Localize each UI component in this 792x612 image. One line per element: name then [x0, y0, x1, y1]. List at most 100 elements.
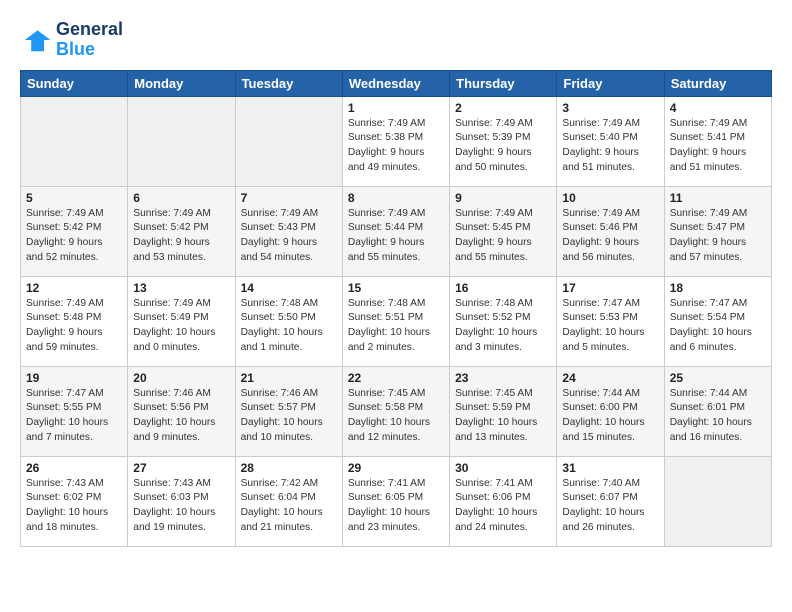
cell-date: 7 [241, 191, 337, 205]
day-header-thursday: Thursday [450, 70, 557, 96]
calendar-cell: 15Sunrise: 7:48 AM Sunset: 5:51 PM Dayli… [342, 276, 449, 366]
cell-date: 18 [670, 281, 766, 295]
cell-date: 20 [133, 371, 229, 385]
cell-info: Sunrise: 7:43 AM Sunset: 6:02 PM Dayligh… [26, 477, 122, 536]
cell-date: 26 [26, 461, 122, 475]
cell-info: Sunrise: 7:43 AM Sunset: 6:03 PM Dayligh… [133, 477, 229, 536]
calendar-cell: 20 Sunrise: 7:46 AM Sunset: 5:56 PM Dayli… [128, 366, 235, 456]
calendar-table: SundayMondayTuesdayWednesdayThursdayFrid… [20, 70, 772, 547]
calendar-cell: 7 Sunrise: 7:49 AM Sunset: 5:43 PM Daylig… [235, 186, 342, 276]
calendar-cell: 10 Sunrise: 7:49 AM Sunset: 5:46 PM Dayli… [557, 186, 664, 276]
cell-date: 6 [133, 191, 229, 205]
day-header-monday: Monday [128, 70, 235, 96]
cell-date: 30 [455, 461, 551, 475]
cell-date: 13 [133, 281, 229, 295]
calendar-cell: 16Sunrise: 7:48 AM Sunset: 5:52 PM Dayli… [450, 276, 557, 366]
cell-date: 25 [670, 371, 766, 385]
calendar-cell: 19 Sunrise: 7:47 AM Sunset: 5:55 PM Dayli… [21, 366, 128, 456]
cell-date: 1 [348, 101, 444, 115]
day-header-sunday: Sunday [21, 70, 128, 96]
cell-date: 4 [670, 101, 766, 115]
cell-date: 23 [455, 371, 551, 385]
calendar-cell: 2Sunrise: 7:49 AM Sunset: 5:39 PM Daylig… [450, 96, 557, 186]
cell-date: 24 [562, 371, 658, 385]
calendar-cell: 12 Sunrise: 7:49 AM Sunset: 5:48 PM Dayli… [21, 276, 128, 366]
cell-info: Sunrise: 7:49 AM Sunset: 5:46 PM Dayligh… [562, 207, 658, 266]
week-row-2: 5 Sunrise: 7:49 AM Sunset: 5:42 PM Daylig… [21, 186, 772, 276]
calendar-cell: 4 Sunrise: 7:49 AM Sunset: 5:41 PM Daylig… [664, 96, 771, 186]
cell-info: Sunrise: 7:45 AM Sunset: 5:58 PM Dayligh… [348, 387, 444, 446]
calendar-cell: 9Sunrise: 7:49 AM Sunset: 5:45 PM Daylig… [450, 186, 557, 276]
calendar-cell: 31Sunrise: 7:40 AM Sunset: 6:07 PM Dayli… [557, 456, 664, 546]
calendar-cell: 29 Sunrise: 7:41 AM Sunset: 6:05 PM Dayli… [342, 456, 449, 546]
cell-date: 10 [562, 191, 658, 205]
day-header-saturday: Saturday [664, 70, 771, 96]
cell-date: 17 [562, 281, 658, 295]
week-row-1: 1 Sunrise: 7:49 AM Sunset: 5:38 PM Daylig… [21, 96, 772, 186]
cell-info: Sunrise: 7:49 AM Sunset: 5:48 PM Dayligh… [26, 297, 122, 356]
calendar-cell [664, 456, 771, 546]
day-header-wednesday: Wednesday [342, 70, 449, 96]
cell-info: Sunrise: 7:45 AM Sunset: 5:59 PM Dayligh… [455, 387, 551, 446]
cell-date: 28 [241, 461, 337, 475]
cell-date: 27 [133, 461, 229, 475]
calendar-cell: 3Sunrise: 7:49 AM Sunset: 5:40 PM Daylig… [557, 96, 664, 186]
cell-info: Sunrise: 7:42 AM Sunset: 6:04 PM Dayligh… [241, 477, 337, 536]
calendar-cell: 27 Sunrise: 7:43 AM Sunset: 6:03 PM Dayli… [128, 456, 235, 546]
logo: General Blue [20, 20, 123, 60]
calendar-cell: 1 Sunrise: 7:49 AM Sunset: 5:38 PM Daylig… [342, 96, 449, 186]
cell-info: Sunrise: 7:46 AM Sunset: 5:56 PM Dayligh… [133, 387, 229, 446]
cell-info: Sunrise: 7:44 AM Sunset: 6:00 PM Dayligh… [562, 387, 658, 446]
calendar-cell: 13 Sunrise: 7:49 AM Sunset: 5:49 PM Dayli… [128, 276, 235, 366]
calendar-cell: 11Sunrise: 7:49 AM Sunset: 5:47 PM Dayli… [664, 186, 771, 276]
cell-info: Sunrise: 7:49 AM Sunset: 5:49 PM Dayligh… [133, 297, 229, 356]
cell-info: Sunrise: 7:47 AM Sunset: 5:55 PM Dayligh… [26, 387, 122, 446]
calendar-cell [128, 96, 235, 186]
cell-info: Sunrise: 7:46 AM Sunset: 5:57 PM Dayligh… [241, 387, 337, 446]
cell-info: Sunrise: 7:49 AM Sunset: 5:42 PM Dayligh… [26, 207, 122, 266]
calendar-cell: 25Sunrise: 7:44 AM Sunset: 6:01 PM Dayli… [664, 366, 771, 456]
cell-info: Sunrise: 7:49 AM Sunset: 5:42 PM Dayligh… [133, 207, 229, 266]
cell-date: 14 [241, 281, 337, 295]
cell-date: 31 [562, 461, 658, 475]
calendar-cell: 30 Sunrise: 7:41 AM Sunset: 6:06 PM Dayli… [450, 456, 557, 546]
calendar-cell: 23 Sunrise: 7:45 AM Sunset: 5:59 PM Dayli… [450, 366, 557, 456]
calendar-cell: 17 Sunrise: 7:47 AM Sunset: 5:53 PM Dayli… [557, 276, 664, 366]
calendar-cell: 26 Sunrise: 7:43 AM Sunset: 6:02 PM Dayli… [21, 456, 128, 546]
cell-date: 29 [348, 461, 444, 475]
cell-date: 21 [241, 371, 337, 385]
cell-info: Sunrise: 7:49 AM Sunset: 5:38 PM Dayligh… [348, 117, 444, 176]
cell-info: Sunrise: 7:41 AM Sunset: 6:06 PM Dayligh… [455, 477, 551, 536]
cell-date: 5 [26, 191, 122, 205]
cell-info: Sunrise: 7:49 AM Sunset: 5:44 PM Dayligh… [348, 207, 444, 266]
cell-date: 2 [455, 101, 551, 115]
cell-info: Sunrise: 7:49 AM Sunset: 5:47 PM Dayligh… [670, 207, 766, 266]
week-row-3: 12 Sunrise: 7:49 AM Sunset: 5:48 PM Dayli… [21, 276, 772, 366]
cell-date: 3 [562, 101, 658, 115]
cell-info: Sunrise: 7:48 AM Sunset: 5:52 PM Dayligh… [455, 297, 551, 356]
day-header-tuesday: Tuesday [235, 70, 342, 96]
calendar-cell: 28 Sunrise: 7:42 AM Sunset: 6:04 PM Dayli… [235, 456, 342, 546]
cell-info: Sunrise: 7:49 AM Sunset: 5:41 PM Dayligh… [670, 117, 766, 176]
cell-date: 19 [26, 371, 122, 385]
cell-info: Sunrise: 7:47 AM Sunset: 5:53 PM Dayligh… [562, 297, 658, 356]
cell-info: Sunrise: 7:48 AM Sunset: 5:50 PM Dayligh… [241, 297, 337, 356]
cell-date: 15 [348, 281, 444, 295]
calendar-cell: 6 Sunrise: 7:49 AM Sunset: 5:42 PM Daylig… [128, 186, 235, 276]
cell-date: 12 [26, 281, 122, 295]
calendar-cell: 18Sunrise: 7:47 AM Sunset: 5:54 PM Dayli… [664, 276, 771, 366]
week-row-4: 19 Sunrise: 7:47 AM Sunset: 5:55 PM Dayli… [21, 366, 772, 456]
cell-info: Sunrise: 7:41 AM Sunset: 6:05 PM Dayligh… [348, 477, 444, 536]
cell-info: Sunrise: 7:49 AM Sunset: 5:43 PM Dayligh… [241, 207, 337, 266]
calendar-cell: 21 Sunrise: 7:46 AM Sunset: 5:57 PM Dayli… [235, 366, 342, 456]
logo-icon [20, 24, 52, 56]
cell-date: 22 [348, 371, 444, 385]
calendar-cell: 14 Sunrise: 7:48 AM Sunset: 5:50 PM Dayli… [235, 276, 342, 366]
week-row-5: 26 Sunrise: 7:43 AM Sunset: 6:02 PM Dayli… [21, 456, 772, 546]
calendar-cell: 5 Sunrise: 7:49 AM Sunset: 5:42 PM Daylig… [21, 186, 128, 276]
calendar-cell: 22 Sunrise: 7:45 AM Sunset: 5:58 PM Dayli… [342, 366, 449, 456]
calendar-cell [235, 96, 342, 186]
cell-info: Sunrise: 7:49 AM Sunset: 5:45 PM Dayligh… [455, 207, 551, 266]
calendar-cell [21, 96, 128, 186]
logo-text: General Blue [56, 20, 123, 60]
